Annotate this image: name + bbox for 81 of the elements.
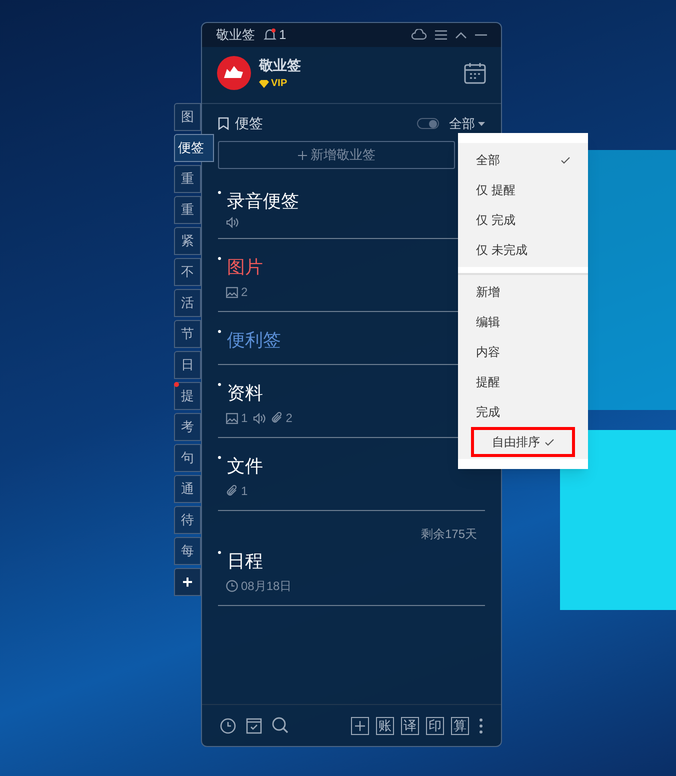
menu-item[interactable]: 仅 未完成 xyxy=(458,235,588,265)
side-tab[interactable]: 节 xyxy=(174,320,201,348)
bookmark-icon xyxy=(218,117,229,130)
bullet-icon xyxy=(218,191,221,194)
bullet-icon xyxy=(218,330,221,333)
side-tab[interactable]: 活 xyxy=(174,289,201,317)
notification-count: 1 xyxy=(279,26,286,44)
side-tab[interactable]: 便签 xyxy=(174,134,214,162)
count-label: 2 xyxy=(241,284,248,301)
check-icon xyxy=(561,156,570,164)
note-title[interactable]: 录音便签 xyxy=(227,189,299,213)
collapse-icon[interactable] xyxy=(455,31,467,39)
menu-item[interactable]: 新增 xyxy=(458,277,588,307)
image-icon xyxy=(226,286,238,298)
paperclip-icon xyxy=(226,485,238,497)
bullet-icon xyxy=(218,257,221,260)
image-icon xyxy=(226,412,238,424)
clock-icon xyxy=(226,580,238,592)
vip-label: VIP xyxy=(271,77,288,91)
checkbox-icon[interactable] xyxy=(246,718,262,734)
add-icon[interactable] xyxy=(351,716,369,734)
bullet-icon xyxy=(218,383,221,386)
note-title[interactable]: 便利签 xyxy=(227,328,281,352)
cloud-icon[interactable] xyxy=(411,29,427,41)
section-title: 便签 xyxy=(235,114,263,133)
bullet-icon xyxy=(218,551,221,554)
tool-button[interactable]: 印 xyxy=(426,716,444,734)
side-tab[interactable]: 日 xyxy=(174,351,201,379)
bullet-icon xyxy=(218,456,221,459)
tool-button[interactable]: 算 xyxy=(451,716,469,734)
menu-item[interactable]: 内容 xyxy=(458,337,588,367)
side-tab[interactable]: 图 xyxy=(174,103,201,131)
side-tab[interactable]: 不 xyxy=(174,258,201,286)
side-tab[interactable]: 句 xyxy=(174,444,201,472)
diamond-icon xyxy=(259,80,269,88)
calendar-icon[interactable] xyxy=(464,62,486,84)
count-label: 2 xyxy=(286,410,292,427)
side-tab[interactable]: 通 xyxy=(174,475,201,503)
check-icon xyxy=(545,438,554,446)
menu-item[interactable]: 全部 xyxy=(458,145,588,175)
paperclip-icon xyxy=(270,412,283,424)
side-tab[interactable]: 提 xyxy=(174,382,201,410)
clock-icon[interactable] xyxy=(220,718,236,734)
note-title[interactable]: 资料 xyxy=(227,381,263,405)
menu-item[interactable]: 编辑 xyxy=(458,307,588,337)
add-tab-button[interactable]: + xyxy=(174,568,201,596)
app-name: 敬业签 xyxy=(259,56,301,75)
bell-icon xyxy=(263,28,277,42)
more-icon[interactable] xyxy=(479,718,483,734)
side-tab[interactable]: 待 xyxy=(174,506,201,534)
note-title[interactable]: 文件 xyxy=(227,454,263,478)
speaker-icon xyxy=(252,412,266,424)
note-date: 08月18日 xyxy=(241,578,292,595)
tool-button[interactable]: 译 xyxy=(401,716,419,734)
minimize-icon[interactable] xyxy=(475,34,487,36)
menu-item[interactable]: 仅 提醒 xyxy=(458,175,588,205)
note-title[interactable]: 日程 xyxy=(227,549,263,573)
side-tab[interactable]: 重 xyxy=(174,165,201,193)
side-tab[interactable]: 每 xyxy=(174,537,201,565)
menu-item[interactable]: 自由排序 xyxy=(471,427,575,457)
note-title[interactable]: 图片 xyxy=(227,255,263,279)
menu-icon[interactable] xyxy=(435,30,447,40)
menu-item[interactable]: 提醒 xyxy=(458,367,588,397)
window-title: 敬业签 xyxy=(216,26,255,44)
search-icon[interactable] xyxy=(272,717,289,734)
caret-icon xyxy=(478,122,485,126)
count-label: 1 xyxy=(241,483,248,500)
toggle-switch[interactable] xyxy=(417,118,439,129)
speaker-icon xyxy=(226,217,239,228)
tool-button[interactable]: 账 xyxy=(376,716,394,734)
side-tab[interactable]: 紧 xyxy=(174,227,201,255)
plus-icon xyxy=(298,150,306,160)
menu-item[interactable]: 完成 xyxy=(458,397,588,427)
menu-item[interactable]: 仅 完成 xyxy=(458,205,588,235)
logo-icon xyxy=(217,56,251,90)
new-note-button[interactable]: 新增敬业签 xyxy=(218,141,455,169)
side-tab[interactable]: 考 xyxy=(174,413,201,441)
count-label: 1 xyxy=(241,410,248,427)
side-tab[interactable]: 重 xyxy=(174,196,201,224)
remaining-days: 剩余175天 xyxy=(420,525,485,543)
filter-dropdown[interactable]: 全部 xyxy=(449,114,485,134)
